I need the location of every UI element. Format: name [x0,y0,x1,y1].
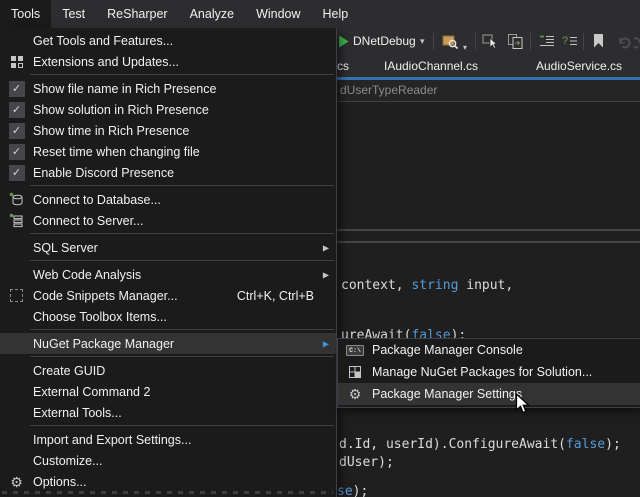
menu-separator [30,425,334,426]
menu-item-import-export-settings[interactable]: Import and Export Settings... [0,429,336,450]
menu-item-web-code-analysis[interactable]: Web Code Analysis ▶ [0,264,336,285]
menu-item-external-tools[interactable]: External Tools... [0,402,336,423]
server-icon [0,213,33,228]
menu-item-extensions-and-updates[interactable]: Extensions and Updates... [0,51,336,72]
menu-item-nuget-package-manager[interactable]: NuGet Package Manager ▶ [0,333,336,354]
redo-icon[interactable] [634,34,640,54]
menu-bottom-edge [2,491,333,494]
package-icon [338,365,372,379]
code-line: d.Id, userId).ConfigureAwait(false); [339,437,621,452]
tab-partial[interactable]: cs [337,55,349,77]
checkmark-icon: ✓ [9,102,25,118]
gear-icon: ⚙ [10,475,23,489]
menubar-item-analyze[interactable]: Analyze [179,0,245,28]
tab-audioservice[interactable]: AudioService.cs [536,55,622,77]
menu-separator [30,233,334,234]
menubar-item-help[interactable]: Help [312,0,360,28]
gear-icon: ⚙ [349,387,362,401]
menu-separator [30,356,334,357]
menu-separator [30,260,334,261]
toolbar-separator [530,33,531,50]
debug-target-chevron-icon[interactable]: ▾ [420,28,425,55]
menubar-item-test[interactable]: Test [51,0,96,28]
editor-divider [337,229,640,231]
menu-item-package-manager-console[interactable]: C:\ Package Manager Console [338,339,640,361]
breadcrumb-bar: dUserTypeReader [335,80,640,101]
menu-item-manage-nuget-packages[interactable]: Manage NuGet Packages for Solution... [338,361,640,383]
menu-bar: Tools Test ReSharper Analyze Window Help [0,0,640,28]
code-line: se); [337,484,368,497]
database-icon [0,192,33,207]
svg-text:?: ? [562,35,568,47]
pointer-icon[interactable] [482,33,499,55]
indent-icon[interactable] [539,33,556,55]
menu-item-code-snippets-manager[interactable]: Code Snippets Manager... Ctrl+K, Ctrl+B [0,285,336,306]
menu-item-connect-to-server[interactable]: Connect to Server... [0,210,336,231]
mouse-cursor [515,393,530,415]
menu-item-show-file-name[interactable]: ✓ Show file name in Rich Presence [0,78,336,99]
extensions-icon [0,55,33,69]
undo-icon[interactable] [617,34,632,54]
code-line: dUser); [339,455,394,470]
submenu-arrow-icon: ▶ [323,243,329,252]
menu-item-options[interactable]: ⚙ Options... [0,471,336,492]
tab-iaudiochannel[interactable]: IAudioChannel.cs [384,55,478,77]
snippets-icon [0,289,33,302]
checkmark-icon: ✓ [9,144,25,160]
menu-item-reset-time[interactable]: ✓ Reset time when changing file [0,141,336,162]
toolbar-separator [583,33,584,50]
menu-separator [30,185,334,186]
code-line: context, string input, [341,278,513,293]
menu-item-get-tools-and-features[interactable]: Get Tools and Features... [0,30,336,51]
menu-item-connect-to-database[interactable]: Connect to Database... [0,189,336,210]
menu-item-enable-discord-presence[interactable]: ✓ Enable Discord Presence [0,162,336,183]
vs-window: Tools Test ReSharper Analyze Window Help… [0,0,640,497]
code-editor[interactable]: context, string input, ureAwait(false); … [335,101,640,497]
comment-icon[interactable]: ? [562,33,579,55]
menu-separator [30,329,334,330]
nuget-package-manager-submenu: C:\ Package Manager Console Manage NuGet… [337,338,640,408]
toolbar-separator [433,33,434,50]
menu-item-external-command-2[interactable]: External Command 2 [0,381,336,402]
menu-item-show-time[interactable]: ✓ Show time in Rich Presence [0,120,336,141]
menu-separator [30,74,334,75]
breadcrumb[interactable]: dUserTypeReader [340,83,437,97]
shortcut-label: Ctrl+K, Ctrl+B [237,289,314,303]
menu-item-package-manager-settings[interactable]: ⚙ Package Manager Settings [338,383,640,405]
debug-target-label[interactable]: DNetDebug [353,28,416,55]
paste-icon[interactable] [507,33,524,55]
toolbar-separator [475,33,477,50]
menu-item-show-solution[interactable]: ✓ Show solution in Rich Presence [0,99,336,120]
menubar-item-window[interactable]: Window [245,0,311,28]
submenu-arrow-icon: ▶ [323,270,329,279]
tools-menu: Get Tools and Features... Extensions and… [0,28,337,497]
run-icon[interactable] [338,35,349,53]
find-icon[interactable] [442,33,459,55]
checkmark-icon: ✓ [9,81,25,97]
menubar-item-resharper[interactable]: ReSharper [96,0,178,28]
checkmark-icon: ✓ [9,123,25,139]
menu-item-choose-toolbox-items[interactable]: Choose Toolbox Items... [0,306,336,327]
console-icon: C:\ [346,345,364,356]
submenu-arrow-icon: ▶ [323,339,329,348]
editor-divider [337,241,640,243]
menu-item-sql-server[interactable]: SQL Server ▶ [0,237,336,258]
menu-item-create-guid[interactable]: Create GUID [0,360,336,381]
menu-item-customize[interactable]: Customize... [0,450,336,471]
checkmark-icon: ✓ [9,165,25,181]
menubar-item-tools[interactable]: Tools [0,0,51,28]
bookmark-icon[interactable] [592,33,605,54]
